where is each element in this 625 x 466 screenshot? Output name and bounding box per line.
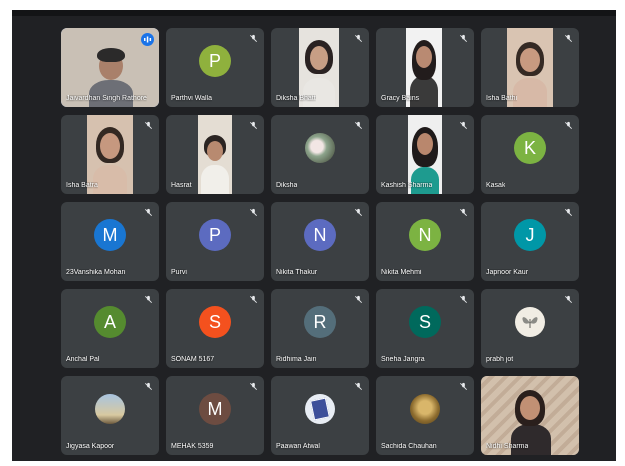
participant-tile[interactable]: Jigyasa Kapoor: [61, 376, 159, 455]
participant-avatar: P: [199, 219, 231, 252]
participant-avatar: [305, 394, 335, 425]
mic-off-icon: [145, 208, 152, 216]
participant-avatar: [95, 394, 125, 425]
participant-avatar: [515, 307, 545, 338]
participant-avatar: [305, 133, 335, 164]
participant-tile[interactable]: Gracy Bains: [376, 28, 474, 107]
participant-tile[interactable]: Kashish Sharma: [376, 115, 474, 194]
participant-tile[interactable]: Sachida Chauhan: [376, 376, 474, 455]
participant-avatar: R: [304, 306, 336, 339]
participant-name: Nikita Mehmi: [381, 269, 422, 276]
speaking-indicator-icon: [141, 33, 154, 46]
mic-off-icon: [355, 382, 362, 390]
participant-video: [198, 115, 232, 194]
mic-off-icon: [250, 34, 257, 42]
participant-tile[interactable]: Nidhi Sharma: [481, 376, 579, 455]
mic-off-icon: [460, 382, 467, 390]
participant-tile[interactable]: P Parthvi Walla: [166, 28, 264, 107]
mic-off-icon: [565, 295, 572, 303]
participant-name: Japnoor Kaur: [486, 269, 529, 276]
participant-name: Jigyasa Kapoor: [66, 443, 115, 450]
butterfly-icon: [522, 317, 538, 329]
participant-avatar: A: [94, 306, 126, 339]
participant-name: Diksha Bhatt: [276, 95, 316, 102]
participant-tile[interactable]: J Japnoor Kaur: [481, 202, 579, 281]
participant-tile[interactable]: Isha Bathi: [481, 28, 579, 107]
participant-tile[interactable]: R Ridhima Jain: [271, 289, 369, 368]
participant-name: Kasak: [486, 182, 506, 189]
participant-name: Nikita Thakur: [276, 269, 318, 276]
participant-avatar: S: [409, 306, 441, 339]
mic-off-icon: [355, 295, 362, 303]
top-bar: [12, 10, 616, 16]
participant-name: SONAM 5167: [171, 356, 215, 363]
participant-tile[interactable]: A Anchal Pal: [61, 289, 159, 368]
participant-avatar: S: [199, 306, 231, 339]
participant-tile[interactable]: K Kasak: [481, 115, 579, 194]
participant-avatar: M: [199, 393, 231, 426]
mic-off-icon: [145, 382, 152, 390]
participant-tile[interactable]: M 23Vanshika Mohan: [61, 202, 159, 281]
participant-name: Isha Bathi: [486, 95, 518, 102]
participant-tile[interactable]: N Nikita Thakur: [271, 202, 369, 281]
participant-tile[interactable]: M MEHAK 5359: [166, 376, 264, 455]
participant-name: Gracy Bains: [381, 95, 420, 102]
participant-name: Anchal Pal: [66, 356, 100, 363]
participant-tile[interactable]: Paawan Atwal: [271, 376, 369, 455]
participant-name: Sneha Jangra: [381, 356, 425, 363]
mic-off-icon: [250, 208, 257, 216]
participant-tile[interactable]: S Sneha Jangra: [376, 289, 474, 368]
mic-off-icon: [460, 295, 467, 303]
participant-tile[interactable]: P Purvi: [166, 202, 264, 281]
participant-tile[interactable]: Isha Batra: [61, 115, 159, 194]
participant-tile[interactable]: Diksha Bhatt: [271, 28, 369, 107]
participant-name: Kashish Sharma: [381, 182, 433, 189]
participant-grid: Jaivardhan Singh Rathore P Parthvi Walla…: [61, 28, 581, 458]
mic-off-icon: [250, 295, 257, 303]
participant-avatar: N: [304, 219, 336, 252]
participant-tile[interactable]: Hasrat: [166, 115, 264, 194]
participant-tile[interactable]: Jaivardhan Singh Rathore: [61, 28, 159, 107]
participant-avatar: J: [514, 219, 546, 252]
participant-name: Ridhima Jain: [276, 356, 317, 363]
mic-off-icon: [355, 208, 362, 216]
mic-off-icon: [565, 34, 572, 42]
mic-off-icon: [250, 382, 257, 390]
participant-name: Hasrat: [171, 182, 192, 189]
participant-avatar: K: [514, 132, 546, 165]
participant-name: Parthvi Walla: [171, 95, 212, 102]
mic-off-icon: [250, 121, 257, 129]
participant-avatar: N: [409, 219, 441, 252]
participant-avatar: M: [94, 219, 126, 252]
mic-off-icon: [355, 34, 362, 42]
mic-off-icon: [145, 295, 152, 303]
participant-name: Diksha: [276, 182, 298, 189]
participant-name: Nidhi Sharma: [486, 443, 529, 450]
participant-avatar: [410, 394, 440, 425]
participant-avatar: P: [199, 45, 231, 78]
participant-name: Jaivardhan Singh Rathore: [66, 95, 147, 102]
participant-name: MEHAK 5359: [171, 443, 214, 450]
participant-name: Purvi: [171, 269, 187, 276]
participant-name: prabh jot: [486, 356, 514, 363]
mic-off-icon: [565, 121, 572, 129]
mic-off-icon: [145, 121, 152, 129]
mic-off-icon: [565, 208, 572, 216]
mic-off-icon: [460, 208, 467, 216]
mic-off-icon: [460, 34, 467, 42]
mic-off-icon: [355, 121, 362, 129]
participant-name: Paawan Atwal: [276, 443, 320, 450]
participant-name: 23Vanshika Mohan: [66, 269, 126, 276]
participant-tile[interactable]: prabh jot: [481, 289, 579, 368]
participant-name: Isha Batra: [66, 182, 98, 189]
participant-name: Sachida Chauhan: [381, 443, 437, 450]
participant-tile[interactable]: S SONAM 5167: [166, 289, 264, 368]
participant-tile[interactable]: N Nikita Mehmi: [376, 202, 474, 281]
participant-tile[interactable]: Diksha: [271, 115, 369, 194]
mic-off-icon: [460, 121, 467, 129]
meeting-window: Jaivardhan Singh Rathore P Parthvi Walla…: [12, 10, 616, 461]
